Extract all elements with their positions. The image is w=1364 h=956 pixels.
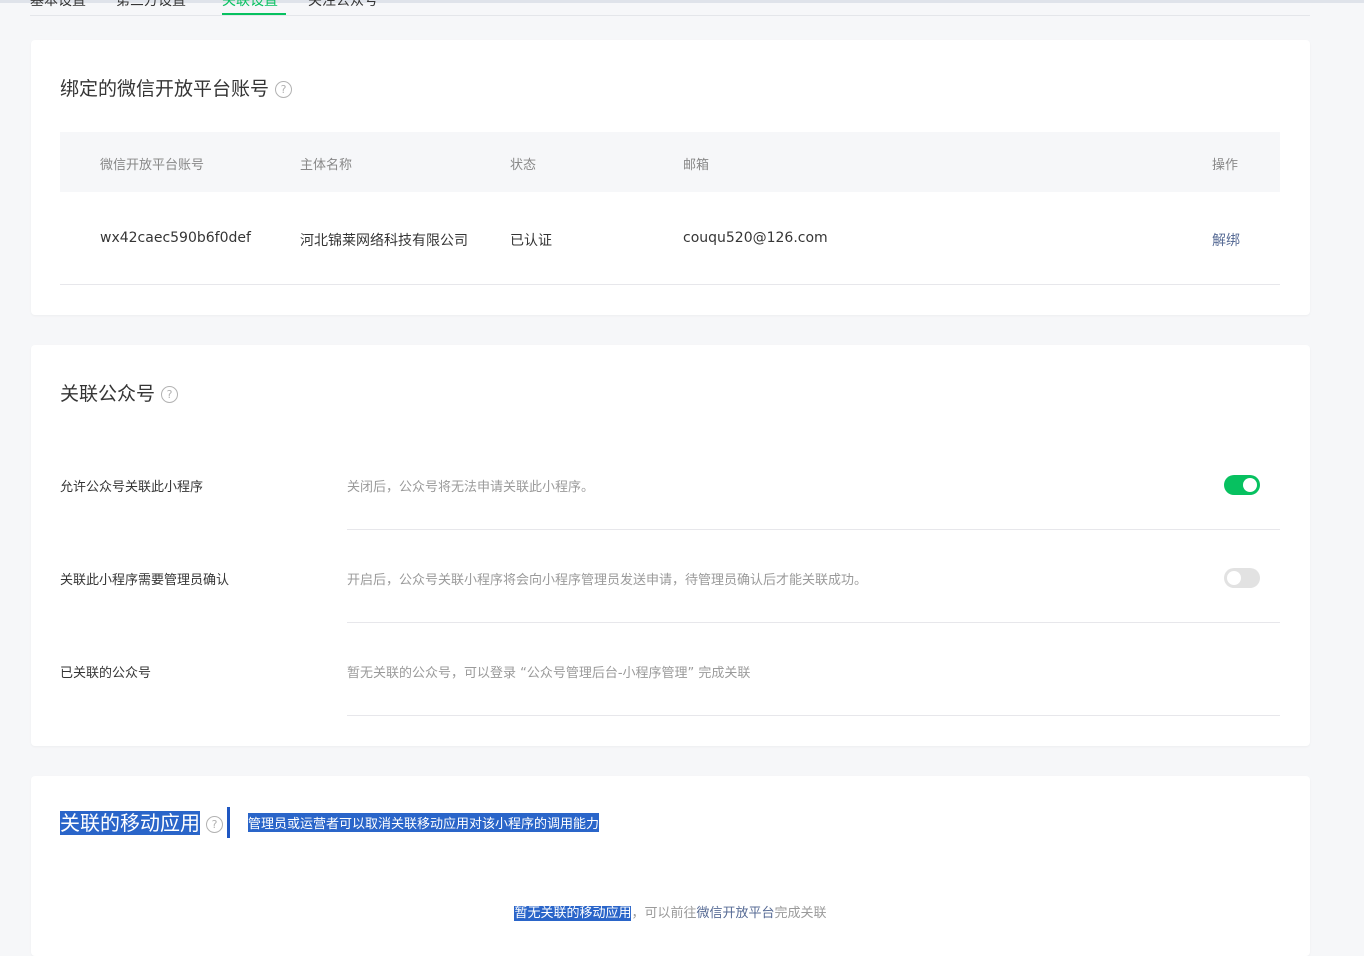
- mobile-app-card: 关联的移动应用? 管理员或运营者可以取消关联移动应用对该小程序的调用能力 暂无关…: [31, 776, 1310, 956]
- column-header-entity: 主体名称: [300, 158, 353, 173]
- official-account-card: 关联公众号? 允许公众号关联此小程序 关闭后，公众号将无法申请关联此小程序。 关…: [31, 345, 1310, 746]
- open-platform-title-text: 绑定的微信开放平台账号: [60, 78, 270, 100]
- toggle-knob: [1227, 571, 1241, 585]
- column-header-account: 微信开放平台账号: [100, 158, 205, 173]
- toggle-knob: [1243, 478, 1257, 492]
- account-id-cell: wx42caec590b6f0def: [100, 230, 251, 246]
- tab-basic-settings[interactable]: 基本设置: [30, 0, 86, 10]
- empty-state-text: ，可以前往: [631, 906, 697, 921]
- help-icon[interactable]: ?: [275, 81, 293, 98]
- text-cursor: [227, 807, 230, 838]
- tab-association-settings[interactable]: 关联设置: [222, 0, 278, 10]
- status-cell: 已认证: [510, 233, 552, 249]
- mobile-app-empty-state: 暂无关联的移动应用，可以前往微信开放平台完成关联: [31, 902, 1310, 921]
- column-header-email: 邮箱: [683, 158, 710, 173]
- allow-association-desc: 关闭后，公众号将无法申请关联此小程序。: [347, 480, 595, 495]
- active-tab-indicator: [222, 13, 286, 15]
- allow-association-label: 允许公众号关联此小程序: [60, 480, 204, 495]
- column-header-action: 操作: [1212, 158, 1239, 173]
- empty-state-suffix: 完成关联: [774, 906, 827, 921]
- help-icon[interactable]: ?: [206, 816, 223, 833]
- open-platform-title: 绑定的微信开放平台账号?: [60, 74, 293, 101]
- mobile-app-subtitle: 管理员或运营者可以取消关联移动应用对该小程序的调用能力: [248, 813, 600, 832]
- open-platform-table-header: 微信开放平台账号 主体名称 状态 邮箱 操作: [60, 132, 1280, 192]
- mobile-app-title-text: 关联的移动应用: [60, 811, 200, 835]
- entity-name-cell: 河北锦莱网络科技有限公司: [300, 233, 468, 249]
- admin-confirm-toggle[interactable]: [1224, 568, 1260, 588]
- allow-association-toggle[interactable]: [1224, 475, 1260, 495]
- email-cell: couqu520@126.com: [683, 230, 828, 246]
- official-account-title: 关联公众号?: [60, 379, 179, 406]
- unbind-link[interactable]: 解绑: [1212, 230, 1240, 250]
- column-header-status: 状态: [510, 158, 537, 173]
- empty-state-highlight: 暂无关联的移动应用: [514, 906, 632, 921]
- settings-tabs: 基本设置 第三方设置 关联设置 关注公众号: [30, 0, 1310, 16]
- help-icon[interactable]: ?: [161, 386, 179, 403]
- setting-divider: [347, 622, 1280, 623]
- admin-confirm-desc: 开启后，公众号关联小程序将会向小程序管理员发送申请，待管理员确认后才能关联成功。: [347, 573, 868, 588]
- linked-accounts-label: 已关联的公众号: [60, 666, 152, 681]
- mobile-app-title: 关联的移动应用?: [60, 807, 223, 836]
- official-account-title-text: 关联公众号: [60, 383, 156, 405]
- row-divider: [60, 284, 1280, 285]
- setting-divider: [347, 529, 1280, 530]
- open-platform-link[interactable]: 微信开放平台: [697, 906, 775, 921]
- tab-third-party-settings[interactable]: 第三方设置: [116, 0, 186, 10]
- open-platform-card: 绑定的微信开放平台账号? 微信开放平台账号 主体名称 状态 邮箱 操作 wx42…: [31, 40, 1310, 315]
- setting-divider: [347, 715, 1280, 716]
- tab-follow-official-account[interactable]: 关注公众号: [308, 0, 378, 10]
- linked-accounts-desc: 暂无关联的公众号，可以登录 “公众号管理后台-小程序管理” 完成关联: [347, 666, 751, 681]
- admin-confirm-label: 关联此小程序需要管理员确认: [60, 573, 230, 588]
